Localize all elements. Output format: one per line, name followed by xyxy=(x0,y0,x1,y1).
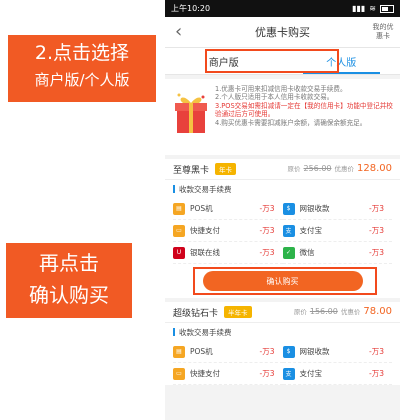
fee-name: 微信 xyxy=(299,248,315,257)
nav-bar: ‹ 优惠卡购买 我的优惠卡 xyxy=(165,17,400,48)
unionpay-icon: U xyxy=(173,246,185,259)
cur-price-label: 优惠价 xyxy=(340,308,361,316)
cur-price-label: 优惠价 xyxy=(334,165,355,173)
pos-icon: ▤ xyxy=(173,345,185,358)
fee-name: 网银收款 xyxy=(299,347,330,356)
fee-name: 快捷支付 xyxy=(190,226,220,235)
annotation-line: 2.点击选择 xyxy=(34,42,130,64)
fee-name: 支付宝 xyxy=(299,369,323,378)
fee-name: 网银收款 xyxy=(299,204,330,213)
price-group: 原价 156.00 优惠价 78.00 xyxy=(294,306,392,317)
fee-item: U 银联在线 -万3 xyxy=(173,242,283,264)
buy-area: 确认购买 xyxy=(165,264,400,298)
notice-line: 4.购买优惠卡需要扣减账户余额，请确保余额充足。 xyxy=(215,118,367,127)
signal-icon: ▮▮▮ xyxy=(352,4,366,13)
orig-price: 256.00 xyxy=(303,164,332,173)
fee-value: -万3 xyxy=(369,204,384,213)
fee-value: -万3 xyxy=(259,204,275,213)
wifi-icon: ≋ xyxy=(369,4,376,13)
notice-line: 2.个人版只适用于本人信用卡收款交易。 xyxy=(215,93,334,102)
fee-item: ▭ 快捷支付 -万3 xyxy=(173,220,283,242)
card-badge: 年卡 xyxy=(215,163,237,175)
tab-personal[interactable]: 个人版 xyxy=(283,48,400,74)
fee-title: 收款交易手续费 xyxy=(165,323,400,341)
status-time: 上午10:20 xyxy=(171,4,211,13)
tab-label: 商户版 xyxy=(208,57,239,69)
wechat-icon: ✓ xyxy=(282,246,295,259)
gift-icon xyxy=(175,93,207,133)
alipay-icon: 支 xyxy=(282,224,295,237)
fee-value: -万3 xyxy=(369,248,384,257)
fee-grid: ▤ POS机 -万3 $ 网银收款 -万3 ▭ 快捷支付 -万3 支支付宝 -万3 U 银联在线 -万3 ✓… xyxy=(165,198,400,264)
notice-line-warning: 3.POS交易如需扣减请一定在【我的信用卡】功能中登记并校验通过后方可使用。 xyxy=(215,101,393,119)
version-tabs: 商户版 个人版 xyxy=(165,48,400,75)
pos-icon: ▤ xyxy=(173,202,185,215)
card-header: 超级钻石卡 半年卡 原价 156.00 优惠价 78.00 xyxy=(165,302,400,323)
orig-price-label: 原价 xyxy=(287,165,301,173)
fee-item: ▤ POS机 -万3 xyxy=(173,341,283,363)
fee-name: POS机 xyxy=(190,347,213,356)
orig-price: 156.00 xyxy=(309,307,338,316)
price-group: 原价 256.00 优惠价 128.00 xyxy=(288,163,393,174)
fee-item: ▤ POS机 -万3 xyxy=(173,198,283,220)
fee-name: 支付宝 xyxy=(299,226,323,235)
bank-icon: $ xyxy=(282,202,295,215)
tab-merchant[interactable]: 商户版 xyxy=(165,48,283,74)
tab-label: 个人版 xyxy=(326,57,357,69)
fee-name: 快捷支付 xyxy=(190,369,220,378)
bank-icon: $ xyxy=(282,345,295,358)
annotation-step1: 2.点击选择 商户版/个人版 xyxy=(6,33,158,104)
fee-value: -万3 xyxy=(369,226,384,235)
confirm-buy-button[interactable]: 确认购买 xyxy=(202,271,363,291)
fee-name: POS机 xyxy=(190,204,213,213)
fee-item: ▭ 快捷支付 -万3 xyxy=(173,363,283,385)
notice-panel: 1.优惠卡可用来扣减信用卡收款交易手续费。 2.个人版只适用于本人信用卡收款交易… xyxy=(165,79,400,155)
annotation-line: 商户版/个人版 xyxy=(34,71,130,89)
card-icon: ▭ xyxy=(173,367,185,380)
phone-screen: 上午10:20 ▮▮▮ ≋ ‹ 优惠卡购买 我的优惠卡 商户版 个人版 1.优惠… xyxy=(165,0,400,420)
status-bar: 上午10:20 ▮▮▮ ≋ xyxy=(165,0,400,17)
cur-price: 128.00 xyxy=(357,163,392,174)
card-name: 至尊黑卡 xyxy=(173,165,210,176)
card-diamond: 超级钻石卡 半年卡 原价 156.00 优惠价 78.00 收款交易手续费 ▤ P… xyxy=(165,302,400,385)
fee-item: $ 网银收款 -万3 xyxy=(282,198,392,220)
my-cards-link[interactable]: 我的优惠卡 xyxy=(372,23,394,41)
fee-item: 支支付宝 -万3 xyxy=(282,220,392,242)
annotation-line: 确认购买 xyxy=(29,283,109,307)
fee-item: $ 网银收款 -万3 xyxy=(282,341,392,363)
card-black: 至尊黑卡 年卡 原价 256.00 优惠价 128.00 收款交易手续费 ▤ PO… xyxy=(165,159,400,298)
fee-value: -万3 xyxy=(369,369,384,378)
fee-name: 银联在线 xyxy=(190,248,220,257)
card-badge: 半年卡 xyxy=(224,306,252,318)
annotation-step2: 再点击 确认购买 xyxy=(6,243,132,318)
fee-title: 收款交易手续费 xyxy=(165,180,400,198)
fee-item: ✓ 微信 -万3 xyxy=(282,242,392,264)
fee-value: -万3 xyxy=(259,347,275,356)
fee-grid: ▤ POS机 -万3 $ 网银收款 -万3 ▭ 快捷支付 -万3 支支付宝 -万3 xyxy=(165,341,400,385)
page-title: 优惠卡购买 xyxy=(255,26,310,39)
fee-value: -万3 xyxy=(259,226,275,235)
orig-price-label: 原价 xyxy=(293,308,307,316)
alipay-icon: 支 xyxy=(282,367,295,380)
cur-price: 78.00 xyxy=(363,306,392,317)
annotation-line: 再点击 xyxy=(39,251,99,275)
card-header: 至尊黑卡 年卡 原价 256.00 优惠价 128.00 xyxy=(165,159,400,180)
back-icon[interactable]: ‹ xyxy=(175,21,182,42)
fee-value: -万3 xyxy=(259,369,275,378)
card-icon: ▭ xyxy=(173,224,185,237)
battery-icon xyxy=(380,4,394,13)
fee-item: 支支付宝 -万3 xyxy=(282,363,392,385)
fee-value: -万3 xyxy=(259,248,275,257)
card-name: 超级钻石卡 xyxy=(173,308,219,319)
fee-value: -万3 xyxy=(369,347,384,356)
